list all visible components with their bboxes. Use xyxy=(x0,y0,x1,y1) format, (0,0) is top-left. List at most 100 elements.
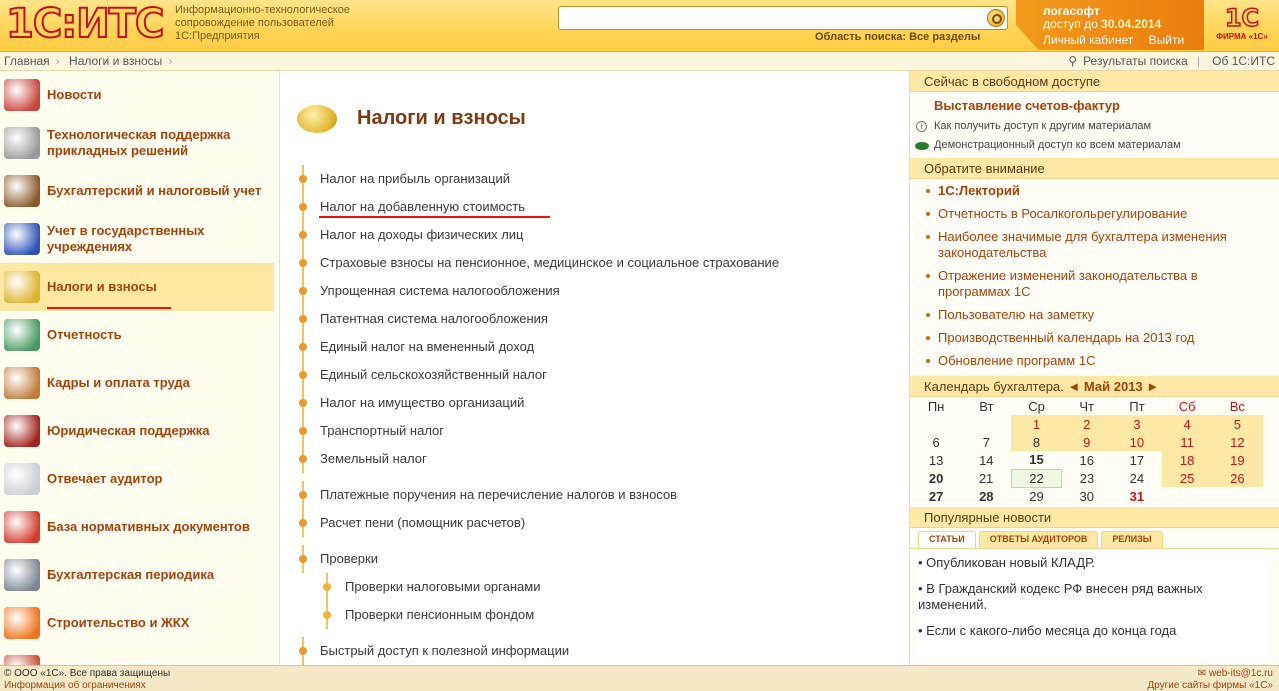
attention-item[interactable]: 1С:Лекторий xyxy=(924,183,1269,199)
attention-item[interactable]: Производственный календарь на 2013 год xyxy=(924,330,1269,346)
calendar-day[interactable]: 16 xyxy=(1062,451,1112,469)
bullet-dot xyxy=(299,519,307,527)
tax-link[interactable]: Единый сельскохозяйственный налог xyxy=(299,361,779,389)
tax-link[interactable]: Страховые взносы на пенсионное, медицинс… xyxy=(299,249,779,277)
tax-link[interactable]: Налог на добавленную стоимость xyxy=(299,193,779,221)
calendar-day[interactable]: 6 xyxy=(911,433,961,451)
tax-link[interactable]: Быстрый доступ к полезной информации xyxy=(299,637,779,665)
calendar-day[interactable]: 29 xyxy=(1011,487,1061,505)
sidebar-item[interactable]: Бухгалтерский и налоговый учет xyxy=(0,167,279,215)
calendar-day[interactable]: 22 xyxy=(1010,468,1063,488)
calendar-day[interactable]: 11 xyxy=(1162,433,1213,451)
calendar-day[interactable]: 10 xyxy=(1111,433,1163,451)
calendar-day[interactable]: 8 xyxy=(1011,433,1062,451)
free-access-link[interactable]: i Как получить доступ к другим материалам xyxy=(910,117,1279,136)
calendar-day[interactable]: 27 xyxy=(911,487,961,505)
tax-link[interactable]: Проверки пенсионным фондом xyxy=(299,601,779,629)
logout-link[interactable]: Выйти xyxy=(1149,33,1185,47)
search-results-link[interactable]: Результаты поиска xyxy=(1083,54,1188,68)
search-scope[interactable]: Область поиска: Все разделы xyxy=(815,31,980,43)
sidebar-item[interactable]: Бухгалтерская периодика xyxy=(0,551,279,599)
free-access-title[interactable]: Выставление счетов-фактур xyxy=(910,92,1279,117)
calendar-day[interactable]: 1 xyxy=(1011,415,1062,433)
search-icon[interactable] xyxy=(987,9,1005,27)
tax-link[interactable]: Упрощенная система налогообложения xyxy=(299,277,779,305)
calendar-day[interactable]: 18 xyxy=(1162,451,1213,469)
tax-link[interactable]: Платежные поручения на перечисление нало… xyxy=(299,481,779,509)
tax-link[interactable]: Единый налог на вмененный доход xyxy=(299,333,779,361)
tax-link[interactable]: Налог на прибыль организаций xyxy=(299,165,779,193)
sidebar-item[interactable]: Налоги и взносы xyxy=(0,263,274,311)
calendar-day[interactable]: 24 xyxy=(1112,469,1162,487)
calendar-day[interactable]: 14 xyxy=(961,451,1011,469)
calendar-day[interactable]: 23 xyxy=(1062,469,1112,487)
calendar-week: 20 21 22 23 24 25 26 xyxy=(911,468,1263,488)
calendar-day[interactable]: 5 xyxy=(1212,415,1263,433)
calendar-day[interactable]: 20 xyxy=(911,469,961,487)
sidebar-item[interactable]: Строительство и ЖКХ xyxy=(0,599,279,647)
calendar-next-button[interactable]: ► xyxy=(1146,379,1159,394)
tax-link[interactable]: Транспортный налог xyxy=(299,417,779,445)
tab-news[interactable]: СТАТЬИ xyxy=(918,531,976,548)
about-link[interactable]: Об 1С:ИТС xyxy=(1212,54,1275,68)
tax-link[interactable]: Налог на имущество организаций xyxy=(299,389,779,417)
calendar-day[interactable]: 3 xyxy=(1111,415,1163,433)
news-item[interactable]: • Если с какого-либо месяца до конца год… xyxy=(918,623,1265,639)
attention-header: Обратите внимание xyxy=(910,158,1279,179)
tab-news[interactable]: РЕЛИЗЫ xyxy=(1101,531,1163,548)
calendar-day[interactable]: 28 xyxy=(961,487,1011,505)
limits-link[interactable]: Информация об ограничениях xyxy=(4,680,170,691)
sidebar-item[interactable]: Юридическая поддержка xyxy=(0,407,279,455)
calendar-day[interactable]: 30 xyxy=(1062,487,1112,505)
tax-link[interactable]: Земельный налог xyxy=(299,445,779,473)
calendar-day[interactable]: 4 xyxy=(1162,415,1213,433)
sidebar-item[interactable]: База нормативных документов xyxy=(0,503,279,551)
tab-news[interactable]: ОТВЕТЫ АУДИТОРОВ xyxy=(978,531,1099,548)
calendar-day[interactable]: 17 xyxy=(1112,451,1162,469)
breadcrumb-current[interactable]: Налоги и взносы xyxy=(69,54,162,68)
sidebar-item[interactable]: Важное xyxy=(0,647,279,665)
calendar-day[interactable]: 26 xyxy=(1212,469,1263,487)
calendar-day[interactable]: 15 xyxy=(1011,451,1061,469)
calendar-day[interactable]: 12 xyxy=(1212,433,1263,451)
sidebar-item[interactable]: Учет в государственных учреждениях xyxy=(0,215,279,263)
sidebar-item[interactable]: Кадры и оплата труда xyxy=(0,359,279,407)
calendar-day[interactable]: 9 xyxy=(1061,433,1112,451)
calendar-day[interactable]: 25 xyxy=(1162,469,1213,487)
sidebar-item[interactable]: Отвечает аудитор xyxy=(0,455,279,503)
tax-link[interactable]: Проверки xyxy=(299,545,779,573)
attention-item[interactable]: Наиболее значимые для бухгалтера изменен… xyxy=(924,229,1269,261)
firm-logo[interactable]: 1С ФИРМА «1С» xyxy=(1210,3,1274,48)
tax-link[interactable]: Налог на доходы физических лиц xyxy=(299,221,779,249)
demo-access-link[interactable]: Демонстрационный доступ ко всем материал… xyxy=(910,136,1279,155)
sidebar-item[interactable]: Новости xyxy=(0,71,279,119)
access-date: 30.04.2014 xyxy=(1101,17,1162,31)
other-sites-link[interactable]: Другие сайты фирмы «1С» xyxy=(1147,680,1273,691)
bullet-dot xyxy=(299,259,307,267)
calendar-day[interactable]: 19 xyxy=(1212,451,1263,469)
tax-link-label: Быстрый доступ к полезной информации xyxy=(320,643,570,658)
calendar-day[interactable]: 7 xyxy=(961,433,1011,451)
news-item[interactable]: • Опубликован новый КЛАДР. xyxy=(918,555,1265,571)
calendar-day[interactable]: 31 xyxy=(1112,487,1162,505)
attention-item[interactable]: Отчетность в Росалкогольрегулирование xyxy=(924,206,1269,222)
sidebar-item[interactable]: Отчетность xyxy=(0,311,279,359)
news-item[interactable]: • В Гражданский кодекс РФ внесен ряд важ… xyxy=(918,581,1265,613)
calendar-day[interactable]: 13 xyxy=(911,451,961,469)
attention-item[interactable]: Отражение изменений законодательства в п… xyxy=(924,268,1269,300)
calendar-day[interactable]: 21 xyxy=(961,469,1011,487)
attention-item[interactable]: Обновление программ 1С xyxy=(924,353,1269,369)
calendar-prev-button[interactable]: ◄ xyxy=(1067,379,1080,394)
breadcrumb-home[interactable]: Главная xyxy=(4,54,50,68)
cabinet-link[interactable]: Личный кабинет xyxy=(1043,33,1133,47)
calendar-day[interactable]: 2 xyxy=(1061,415,1112,433)
tax-link[interactable]: Проверки налоговыми органами xyxy=(299,573,779,601)
attention-item[interactable]: Пользователю на заметку xyxy=(924,307,1269,323)
tax-link[interactable]: Расчет пени (помощник расчетов) xyxy=(299,509,779,537)
its-logo[interactable]: 1С:ИТС xyxy=(5,1,165,47)
search-input[interactable] xyxy=(559,7,979,29)
tax-link[interactable]: Патентная система налогообложения xyxy=(299,305,779,333)
sidebar-item[interactable]: Технологическая поддержка прикладных реш… xyxy=(0,119,279,167)
tax-link-label: Страховые взносы на пенсионное, медицинс… xyxy=(320,255,780,270)
email-link[interactable]: ✉ web-its@1c.ru xyxy=(1147,668,1273,680)
